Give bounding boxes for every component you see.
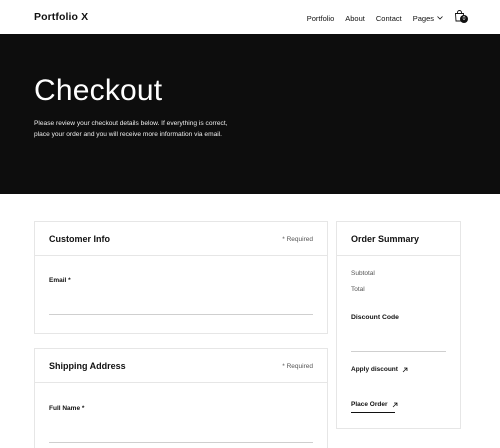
customer-info-title: Customer Info xyxy=(49,234,111,244)
top-nav: Portfolio X Portfolio About Contact Page… xyxy=(0,0,500,34)
brand-logo[interactable]: Portfolio X xyxy=(34,11,88,23)
apply-discount-label: Apply discount xyxy=(351,366,398,373)
checkout-hero: Checkout Please review your checkout det… xyxy=(0,34,500,194)
subtotal-label: Subtotal xyxy=(351,270,375,277)
place-order-button[interactable]: Place Order xyxy=(351,401,398,408)
customer-info-header: Customer Info * Required xyxy=(35,222,327,256)
apply-discount-button[interactable]: Apply discount xyxy=(351,366,408,373)
place-order-underline xyxy=(351,412,395,413)
hero-description: Please review your checkout details belo… xyxy=(34,120,228,138)
customer-info-card: Customer Info * Required Email * xyxy=(34,221,328,334)
email-label: Email * xyxy=(49,277,71,284)
arrow-up-right-icon xyxy=(392,402,397,407)
required-note: * Required xyxy=(282,236,313,243)
discount-code-label: Discount Code xyxy=(351,314,399,321)
full-name-field[interactable] xyxy=(49,442,313,443)
shipping-address-title: Shipping Address xyxy=(49,361,126,371)
total-label: Total xyxy=(351,286,365,293)
shipping-address-header: Shipping Address * Required xyxy=(35,349,327,383)
arrow-up-right-icon xyxy=(402,367,408,372)
shipping-address-card: Shipping Address * Required Full Name * xyxy=(34,348,328,448)
nav-link-pages-label: Pages xyxy=(412,13,434,23)
place-order-label: Place Order xyxy=(351,401,388,408)
discount-code-input[interactable] xyxy=(351,351,446,352)
nav-link-contact[interactable]: Contact xyxy=(376,14,402,23)
order-summary-card: Order Summary Subtotal Total Discount Co… xyxy=(336,221,461,429)
chevron-down-icon xyxy=(437,16,443,20)
nav-link-pages[interactable]: Pages xyxy=(413,14,443,23)
cart-button[interactable]: 0 xyxy=(454,10,468,24)
full-name-label: Full Name * xyxy=(49,405,85,412)
nav-link-portfolio[interactable]: Portfolio xyxy=(307,14,335,23)
required-note: * Required xyxy=(282,363,313,370)
page-title: Checkout xyxy=(34,74,163,107)
nav-link-about[interactable]: About xyxy=(345,14,365,23)
cart-count-badge: 0 xyxy=(460,15,468,23)
order-summary-title: Order Summary xyxy=(351,234,420,244)
nav-links: Portfolio About Contact Pages 0 xyxy=(296,10,468,24)
email-field[interactable] xyxy=(49,314,313,315)
order-summary-header: Order Summary xyxy=(337,222,460,256)
